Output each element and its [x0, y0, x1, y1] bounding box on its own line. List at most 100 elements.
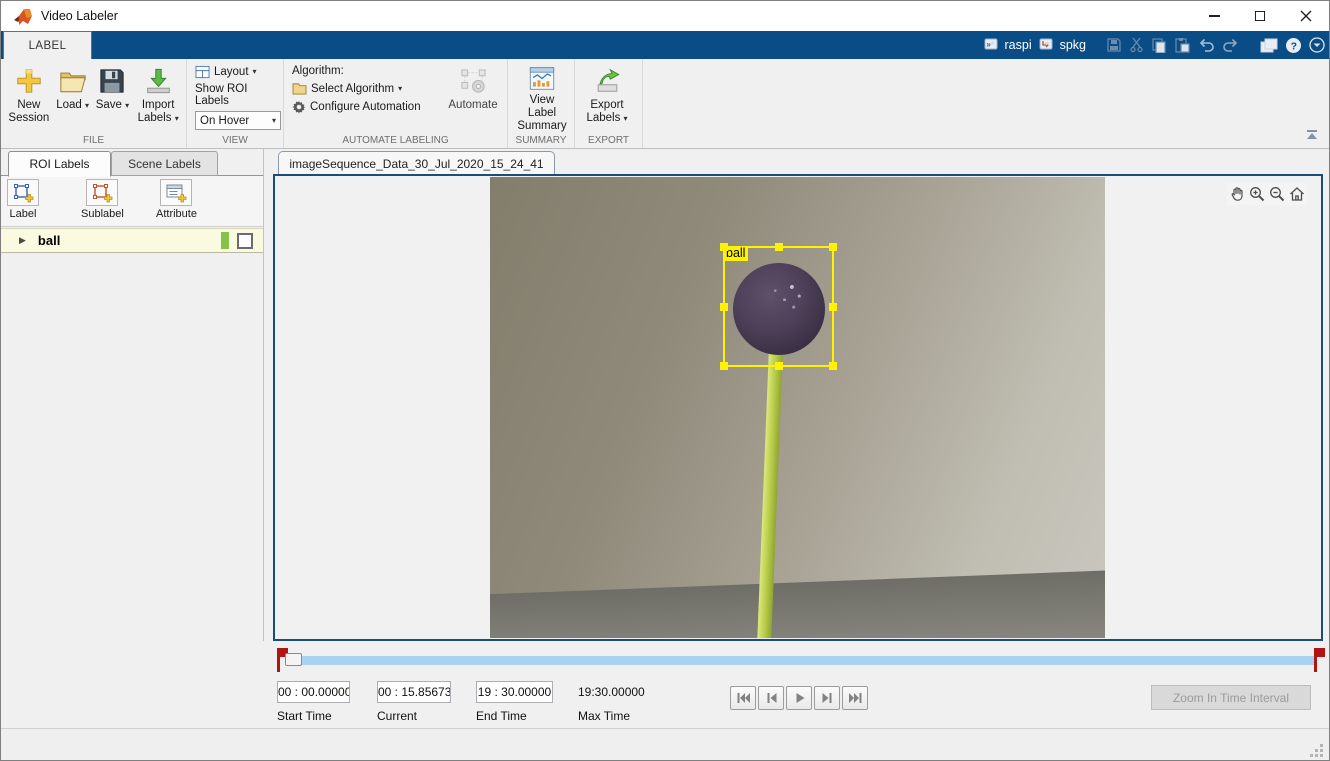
tab-label[interactable]: LABEL [3, 31, 92, 59]
configure-automation-button[interactable]: Configure Automation [292, 100, 440, 114]
load-icon [59, 68, 87, 94]
minimize-button[interactable] [1191, 1, 1237, 31]
step-forward-button[interactable] [814, 686, 840, 710]
new-session-button[interactable]: New Session [5, 61, 53, 133]
dropdown-caret: ▾ [272, 116, 276, 126]
max-time-value: 19:30.00000 [578, 685, 645, 699]
video-display[interactable]: ball [273, 174, 1323, 641]
quick-access-toolbar: » raspi spkg [984, 31, 1326, 59]
bbox-handle-w[interactable] [720, 303, 728, 311]
start-time-input[interactable] [277, 681, 350, 703]
ribbon-section-automate: Algorithm: Select Algorithm▾ Configure A… [284, 59, 508, 148]
svg-text:?: ? [1291, 40, 1297, 52]
bbox-handle-ne[interactable] [829, 243, 837, 251]
view-label-summary-label: View Label Summary [514, 94, 570, 133]
bbox-handle-nw[interactable] [720, 243, 728, 251]
ribbon-section-file: New Session Load ▾ Save ▾ Impo [1, 59, 187, 148]
pan-hand-icon[interactable] [1228, 185, 1246, 203]
save-button[interactable]: Save ▾ [93, 61, 133, 133]
ribbon-section-view: Layout▾ Show ROI Labels On Hover▾ VIEW [187, 59, 284, 148]
paste-icon[interactable] [1174, 37, 1190, 53]
export-labels-button[interactable]: Export Labels ▾ [579, 61, 635, 133]
dropdown-caret: ▾ [624, 114, 628, 123]
folder-icon [292, 82, 307, 95]
expand-arrow-icon[interactable]: ▶ [19, 235, 26, 246]
window-layout-icon[interactable] [1260, 38, 1278, 53]
gear-icon [292, 100, 306, 114]
import-labels-button[interactable]: Import Labels ▾ [132, 61, 184, 133]
timeline-scrubber-thumb[interactable] [285, 653, 302, 666]
cut-icon[interactable] [1129, 37, 1144, 53]
ribbon-tabstrip: LABEL » raspi spkg [1, 31, 1329, 59]
on-hover-dropdown[interactable]: On Hover▾ [195, 111, 281, 130]
add-sublabel-button[interactable]: Sublabel [81, 179, 124, 220]
bbox-handle-se[interactable] [829, 362, 837, 370]
close-button[interactable] [1283, 1, 1329, 31]
maximize-button[interactable] [1237, 1, 1283, 31]
resize-grip[interactable] [1309, 743, 1323, 757]
add-sublabel-icon [91, 182, 113, 204]
copy-icon[interactable] [1151, 37, 1167, 53]
step-back-button[interactable] [758, 686, 784, 710]
bbox-handle-s[interactable] [775, 362, 783, 370]
automate-label: Automate [448, 99, 497, 112]
add-sublabel-label: Sublabel [81, 208, 124, 220]
add-attribute-button[interactable]: Attribute [156, 179, 197, 220]
roi-list-item-ball[interactable]: ▶ ball [1, 228, 263, 253]
end-time-input[interactable] [476, 681, 553, 703]
collapse-ribbon-button[interactable] [1303, 130, 1321, 144]
view-label-summary-button[interactable]: View Label Summary [512, 61, 572, 133]
section-title-file: FILE [1, 135, 186, 146]
go-to-start-button[interactable] [730, 686, 756, 710]
select-algorithm-button[interactable]: Select Algorithm▾ [292, 82, 440, 95]
import-labels-icon [145, 67, 172, 95]
play-icon [791, 691, 808, 705]
ribbon: New Session Load ▾ Save ▾ Impo [1, 59, 1329, 149]
zoom-out-icon[interactable] [1268, 185, 1286, 203]
layout-icon [195, 65, 210, 79]
titlebar: Video Labeler [1, 1, 1329, 31]
step-back-icon [763, 691, 780, 705]
play-button[interactable] [786, 686, 812, 710]
image-overlay-toolbar [1227, 183, 1307, 205]
save-session-icon [99, 68, 125, 94]
rectangle-roi-icon [237, 233, 253, 249]
bbox-handle-n[interactable] [775, 243, 783, 251]
label-summary-icon [528, 65, 556, 92]
roi-color-swatch [221, 232, 229, 249]
bbox-handle-sw[interactable] [720, 362, 728, 370]
add-attribute-label: Attribute [156, 208, 197, 220]
home-icon[interactable] [1288, 185, 1306, 203]
current-time-label: Current [377, 709, 417, 723]
add-label-button[interactable]: Label [7, 179, 39, 220]
status-strip [1, 728, 1329, 761]
sequence-tab[interactable]: imageSequence_Data_30_Jul_2020_15_24_41 [278, 151, 555, 175]
roi-bounding-box[interactable]: ball [723, 246, 834, 367]
raspi-icon: » [984, 38, 1001, 53]
raspi-shortcut-button[interactable]: » raspi [984, 38, 1032, 53]
qat-more-icon[interactable] [1309, 37, 1325, 53]
go-to-end-button[interactable] [842, 686, 868, 710]
video-frame[interactable]: ball [490, 177, 1105, 638]
zoom-in-icon[interactable] [1248, 185, 1266, 203]
roi-labels-toolbar: Label Sublabel Attribute [1, 176, 263, 227]
redo-icon[interactable] [1222, 38, 1240, 53]
tab-scene-labels[interactable]: Scene Labels [111, 151, 218, 176]
maximize-icon [1255, 11, 1265, 21]
automate-button[interactable]: Automate [442, 61, 504, 133]
tab-roi-labels[interactable]: ROI Labels [8, 151, 111, 177]
current-time-input[interactable] [377, 681, 451, 703]
load-button[interactable]: Load ▾ [53, 61, 93, 133]
section-title-export: EXPORT [575, 135, 642, 146]
add-label-icon [12, 182, 34, 204]
new-session-icon [15, 67, 43, 95]
add-attribute-icon [165, 182, 187, 204]
bbox-handle-e[interactable] [829, 303, 837, 311]
help-icon[interactable]: ? [1285, 37, 1302, 54]
undo-icon[interactable] [1197, 38, 1215, 53]
layout-button[interactable]: Layout▾ [195, 65, 281, 79]
spkg-shortcut-button[interactable]: spkg [1039, 38, 1086, 53]
export-labels-icon [593, 67, 622, 95]
timeline-track[interactable] [288, 656, 1317, 665]
save-icon[interactable] [1106, 37, 1122, 53]
